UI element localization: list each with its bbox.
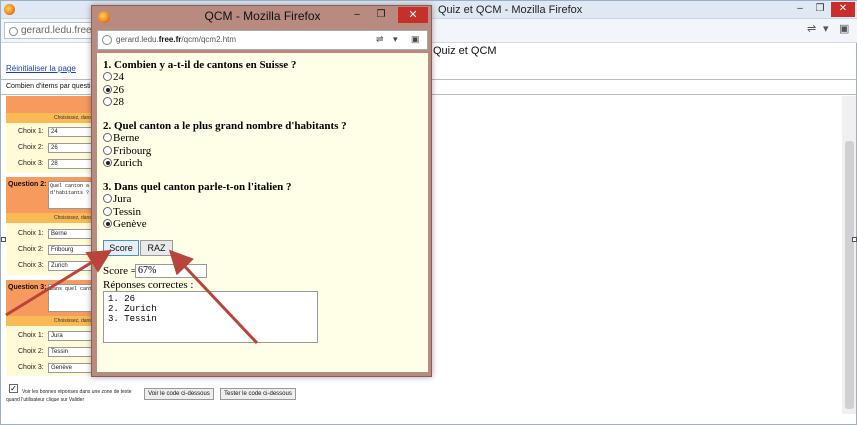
background-window-title: Quiz et QCM - Mozilla Firefox: [438, 4, 583, 16]
score-button[interactable]: Score: [103, 240, 139, 256]
choice-1-label: Choix 1:: [18, 230, 44, 237]
popup-restore-button[interactable]: ❐: [370, 7, 392, 23]
minimize-button[interactable]: –: [791, 2, 809, 17]
bookmarks-icon[interactable]: ⇌: [376, 34, 384, 45]
test-code-button[interactable]: Tester le code ci-dessous: [220, 388, 296, 400]
quiz-content: 1. Combien y a-t-il de cantons en Suisse…: [97, 53, 428, 372]
question-3-label: Question 3:: [8, 284, 47, 291]
question-2-title: 2. Quel canton a le plus grand nombre d'…: [103, 120, 347, 132]
menu-dropdown-icon[interactable]: ▾: [393, 34, 398, 45]
question-2-band: Choisissez, dans l'o: [6, 213, 101, 223]
choice-3-label: Choix 3:: [18, 364, 44, 371]
q2-option-zurich[interactable]: Zurich: [103, 157, 142, 169]
q1-option-24[interactable]: 24: [103, 71, 124, 83]
show-answers-label: Voir les bonnes réponses dans une zone d…: [22, 389, 132, 395]
choice-3-label: Choix 3:: [18, 160, 44, 167]
popup-url-field[interactable]: gerard.ledu.free.fr/qcm/qcm2.htm ⇌ ▾ ▣: [97, 30, 428, 50]
menu-dropdown-icon[interactable]: ▾: [823, 22, 829, 35]
scrollbar-thumb[interactable]: [845, 141, 854, 409]
q1-option-26[interactable]: 26: [103, 84, 124, 96]
choice-1-label: Choix 1:: [18, 332, 44, 339]
firefox-icon: [4, 4, 15, 15]
q3-option-jura[interactable]: Jura: [103, 193, 131, 205]
radio-button[interactable]: [103, 133, 112, 142]
popup-close-button[interactable]: ✕: [398, 7, 428, 23]
q2-option-fribourg[interactable]: Fribourg: [103, 145, 151, 157]
show-answers-checkbox[interactable]: ✓: [9, 384, 18, 393]
globe-icon: [9, 27, 18, 36]
radio-button[interactable]: [103, 97, 112, 106]
question-3-title: 3. Dans quel canton parle-t-on l'italien…: [103, 181, 292, 193]
show-answers-label-line2: quand l'utilisateur clique sur Valider: [6, 397, 85, 403]
raz-button[interactable]: RAZ: [140, 240, 173, 256]
qcm-popup-window: QCM - Mozilla Firefox – ❐ ✕ gerard.ledu.…: [91, 5, 432, 377]
q2-option-berne[interactable]: Berne: [103, 132, 139, 144]
q3-option-tessin[interactable]: Tessin: [103, 206, 141, 218]
score-label: Score =: [103, 265, 137, 277]
radio-button[interactable]: [103, 72, 112, 81]
page-heading: Quiz et QCM: [433, 45, 497, 57]
q1-option-28[interactable]: 28: [103, 96, 124, 108]
radio-button-selected[interactable]: [103, 85, 112, 94]
view-code-button[interactable]: Voir le code ci-dessous: [144, 388, 214, 400]
radio-button-selected[interactable]: [103, 219, 112, 228]
choice-2-label: Choix 2:: [18, 348, 44, 355]
radio-button[interactable]: [103, 146, 112, 155]
question-1-band: Choisissez, dans l'o: [6, 113, 101, 123]
q3-option-geneve[interactable]: Genève: [103, 218, 147, 230]
choice-3-label: Choix 3:: [18, 262, 44, 269]
items-per-question-label: Combien d'items par questi: [6, 83, 91, 90]
radio-button[interactable]: [103, 207, 112, 216]
choice-2-label: Choix 2:: [18, 144, 44, 151]
sidebar-icon[interactable]: ▣: [411, 34, 420, 45]
score-field[interactable]: 67%: [135, 264, 207, 278]
question-2-label: Question 2:: [8, 181, 47, 188]
background-url-text: gerard.ledu.free.fr/qcm: [21, 25, 94, 36]
question-3-band: Choisissez, dans l'o: [6, 316, 101, 326]
question-1-title: 1. Combien y a-t-il de cantons en Suisse…: [103, 59, 297, 71]
correct-answers-label: Réponses correctes :: [103, 279, 194, 291]
restore-button[interactable]: ❐: [811, 2, 829, 17]
bookmarks-icon[interactable]: ⇌: [807, 22, 816, 35]
textarea-resize-grip[interactable]: [312, 337, 318, 343]
choice-1-label: Choix 1:: [18, 128, 44, 135]
radio-button[interactable]: [103, 194, 112, 203]
background-url-field[interactable]: gerard.ledu.free.fr/qcm: [4, 22, 94, 39]
resize-handle-right[interactable]: [852, 237, 857, 242]
choice-2-label: Choix 2:: [18, 246, 44, 253]
popup-url-text: gerard.ledu.free.fr/qcm/qcm2.htm: [116, 35, 237, 44]
sidebar-icon[interactable]: ▣: [839, 22, 849, 35]
globe-icon: [102, 35, 112, 45]
correct-answers-textarea[interactable]: 1. 26 2. Zurich 3. Tessin: [103, 291, 318, 343]
popup-minimize-button[interactable]: –: [346, 7, 368, 23]
reset-page-link[interactable]: Réinitialiser la page: [6, 64, 76, 73]
close-button[interactable]: ✕: [831, 2, 855, 17]
radio-button-selected[interactable]: [103, 158, 112, 167]
